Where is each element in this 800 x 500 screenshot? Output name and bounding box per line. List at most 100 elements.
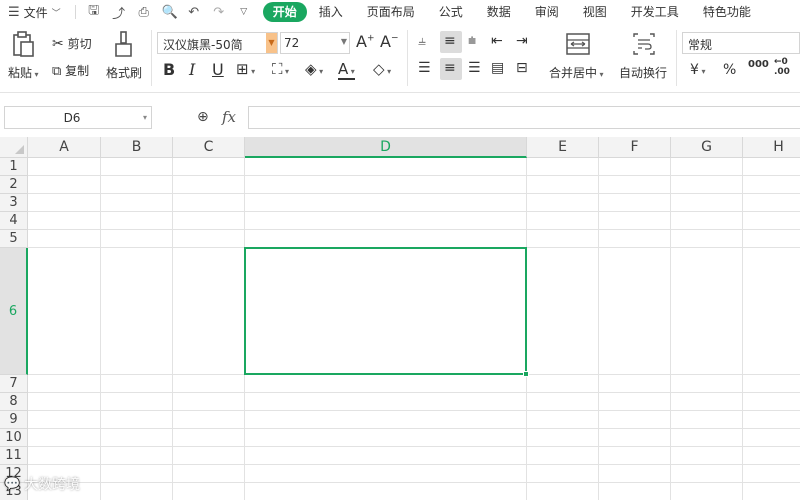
redo-icon[interactable]: ↷ [212,5,226,20]
tab-data[interactable]: 数据 [475,2,523,22]
percent-format-button[interactable]: % [723,62,736,78]
borders-icon[interactable]: ⊞ ▾ [236,60,255,78]
function-icon[interactable]: fx [222,108,236,126]
copy-button[interactable]: ⧉ 复制 [52,62,89,79]
export-icon[interactable]: ⤴ [112,3,126,22]
row-header-6[interactable]: 6 [0,248,28,375]
hamburger-icon: ☰ [8,4,20,20]
distributed-icon[interactable]: ⊟ [516,60,528,76]
cell-style-icon[interactable]: ⛶ ▾ [272,60,289,78]
row-header-4[interactable]: 4 [0,212,28,230]
tab-review[interactable]: 审阅 [523,2,571,22]
align-middle-icon[interactable]: ≡ [444,33,456,49]
eraser-icon[interactable]: ◇ ▾ [373,60,391,78]
formula-bar: D6 ▾ ⊕ fx [0,92,800,137]
number-format-select[interactable]: 常规 [682,32,800,54]
column-header-g[interactable]: G [671,137,743,158]
row-header-9[interactable]: 9 [0,411,28,429]
gridline [28,392,800,393]
print-icon[interactable]: ⎙ [137,5,151,20]
row-header-3[interactable]: 3 [0,194,28,212]
font-size-select[interactable]: 72 ▼ [280,32,350,54]
cut-button[interactable]: ✂ 剪切 [52,35,92,52]
align-left-icon[interactable]: ☰ [418,60,431,76]
underline-icon[interactable]: U [212,60,224,79]
row-header-11[interactable]: 11 [0,447,28,465]
bold-icon[interactable]: B [163,60,175,79]
format-painter-label[interactable]: 格式刷 [106,64,142,81]
column-header-d[interactable]: D [245,137,527,158]
decrease-indent-icon[interactable]: ⇤ [491,33,503,49]
wrap-text-label[interactable]: 自动换行 [619,64,667,81]
fill-color-icon[interactable]: ◈ ▾ [305,60,323,78]
tab-formulas[interactable]: 公式 [427,2,475,22]
merge-center-button[interactable] [566,33,590,58]
column-header-c[interactable]: C [173,137,245,158]
ribbon-tabs: 开始 插入 页面布局 公式 数据 审阅 视图 开发工具 特色功能 [262,0,763,24]
formula-input[interactable] [248,106,800,129]
brush-icon [115,31,132,57]
merge-center-text: 合并居中 [549,66,598,80]
customize-dropdown-icon[interactable]: ▽ [237,7,251,17]
gridline [28,428,800,429]
undo-icon[interactable]: ↶ [187,5,201,20]
column-header-b[interactable]: B [101,137,173,158]
justify-icon[interactable]: ▤ [491,60,504,76]
thousands-separator-button[interactable]: 000 [748,60,769,70]
align-right-icon[interactable]: ☰ [468,60,481,76]
select-all-corner[interactable] [0,137,28,158]
tab-home[interactable]: 开始 [262,2,307,22]
increase-indent-icon[interactable]: ⇥ [516,33,528,49]
gridline [742,158,743,500]
increase-font-icon[interactable]: A+ [356,32,375,51]
row-header-2[interactable]: 2 [0,176,28,194]
row-header-7[interactable]: 7 [0,375,28,393]
chevron-down-icon[interactable]: ▼ [341,37,347,46]
wrap-text-button[interactable] [632,33,656,58]
print-preview-icon[interactable]: 🔍 [162,5,178,20]
fill-handle[interactable] [523,371,529,377]
increase-decimal-button[interactable]: ←0 .00 [774,57,798,77]
align-center-icon[interactable]: ≡ [444,60,456,76]
column-header-a[interactable]: A [28,137,101,158]
decrease-font-icon[interactable]: A− [380,32,399,51]
align-bottom-icon[interactable]: ⩧ [468,33,476,49]
font-size-value: 72 [284,36,300,50]
save-icon[interactable]: 🖫 [87,1,101,23]
font-color-icon[interactable]: A ▾ [338,60,355,80]
column-header-f[interactable]: F [599,137,671,158]
paste-label[interactable]: 粘贴 ▾ [8,64,39,81]
chevron-down-icon[interactable]: ▾ [143,113,147,122]
gridline [28,193,800,194]
row-header-10[interactable]: 10 [0,429,28,447]
selected-cell-d6[interactable] [244,247,529,377]
format-painter-button[interactable] [113,30,135,61]
file-menu-label: 文件 [23,5,48,20]
paste-button[interactable] [10,30,36,61]
tab-developer[interactable]: 开发工具 [619,2,691,22]
tab-special-features[interactable]: 特色功能 [691,2,763,22]
font-name-select[interactable]: 汉仪旗黑-50简 ▼ [157,32,278,54]
copy-icon: ⧉ [52,64,62,79]
zoom-icon[interactable]: ⊕ [197,109,209,125]
currency-format-button[interactable]: ¥ ▾ [690,62,705,78]
tab-insert[interactable]: 插入 [307,2,355,22]
cut-label: 剪切 [67,37,92,51]
file-menu[interactable]: ☰ 文件 ﹀ [0,0,61,24]
merge-center-label[interactable]: 合并居中 ▾ [549,64,604,81]
align-top-icon[interactable]: ⫨ [418,33,426,49]
tab-page-layout[interactable]: 页面布局 [355,2,427,22]
triangle-icon [15,145,24,154]
name-box[interactable]: D6 ▾ [4,106,152,129]
italic-icon[interactable]: I [189,60,195,79]
row-header-5[interactable]: 5 [0,230,28,248]
column-header-e[interactable]: E [527,137,599,158]
tab-view[interactable]: 视图 [571,2,619,22]
chevron-down-icon[interactable]: ▼ [266,33,277,53]
column-header-h[interactable]: H [743,137,800,158]
divider [676,30,677,86]
merge-cells-icon [566,33,590,55]
row-header-8[interactable]: 8 [0,393,28,411]
row-header-1[interactable]: 1 [0,158,28,176]
menu-bar: ☰ 文件 ﹀ 🖫 ⤴ ⎙ 🔍 ↶ ↷ ▽ 开始 插入 页面布局 公式 数据 审阅… [0,0,800,24]
